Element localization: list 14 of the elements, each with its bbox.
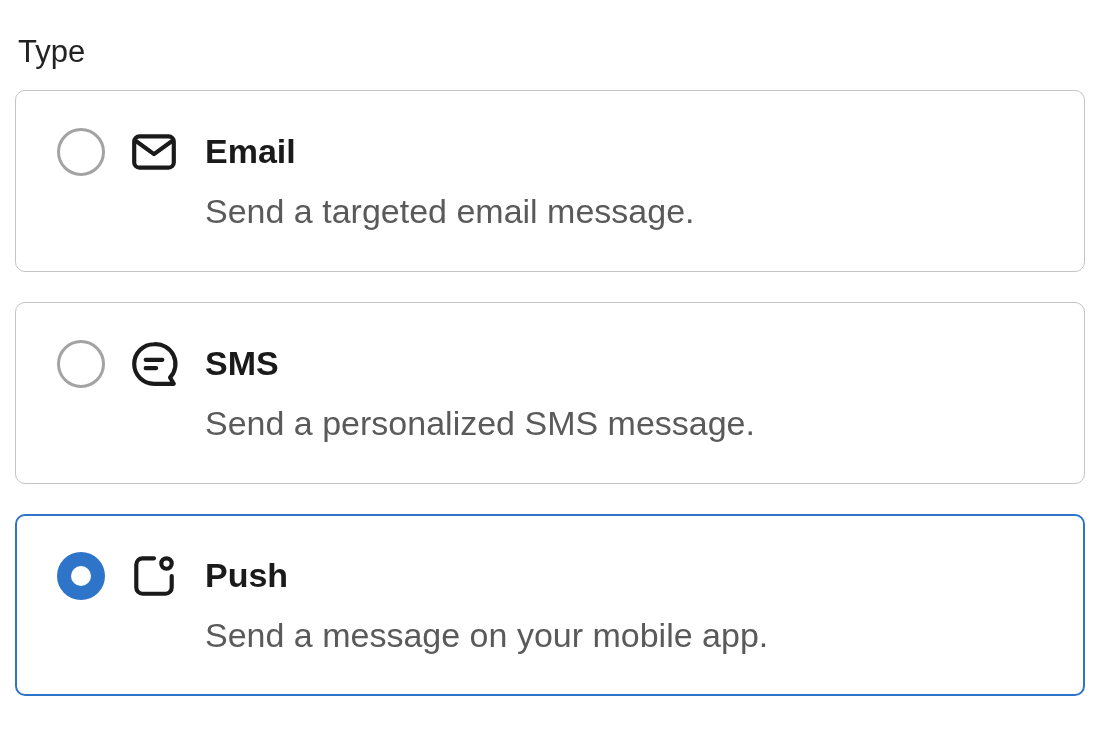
option-title: Push: [205, 555, 290, 596]
option-description: Send a personalized SMS message.: [205, 403, 755, 444]
option-card[interactable]: Push Send a message on your mobile app.: [15, 514, 1085, 696]
option-description: Send a targeted email message.: [205, 191, 695, 232]
option-card[interactable]: SMS Send a personalized SMS message.: [15, 302, 1085, 484]
field-label: Type: [18, 33, 87, 71]
option-title: SMS: [205, 343, 280, 384]
radio-button[interactable]: [57, 340, 105, 388]
option-title: Email: [205, 131, 297, 172]
radio-button[interactable]: [57, 128, 105, 176]
chat-bubble-icon: [129, 339, 179, 389]
option-description: Send a message on your mobile app.: [205, 615, 769, 656]
option-card[interactable]: Email Send a targeted email message.: [15, 90, 1085, 272]
radio-button[interactable]: [57, 552, 105, 600]
